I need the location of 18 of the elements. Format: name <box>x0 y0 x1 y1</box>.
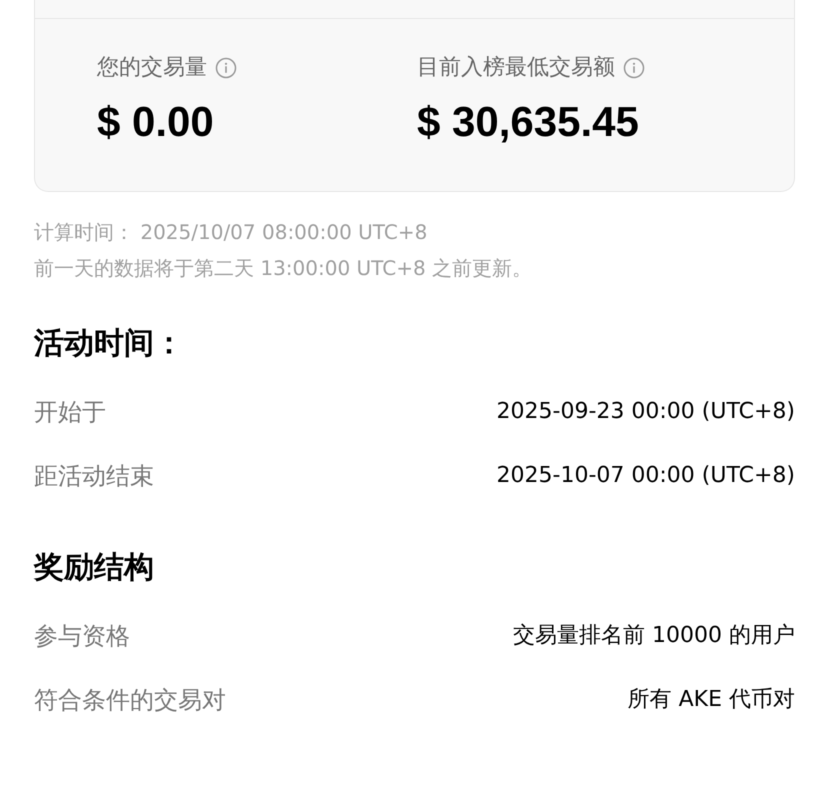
update-note: 前一天的数据将于第二天 13:00:00 UTC+8 之前更新。 <box>34 254 534 282</box>
row-label: 参与资格 <box>34 620 130 652</box>
row-value: 2025-10-07 00:00 (UTC+8) <box>496 462 795 490</box>
stat-value: $ 30,635.45 <box>417 97 640 147</box>
info-icon[interactable] <box>623 56 645 78</box>
row-value: 交易量排名前 10000 的用户 <box>513 622 795 650</box>
stat-label: 目前入榜最低交易额 <box>417 54 615 82</box>
row-label: 符合条件的交易对 <box>34 684 226 716</box>
section-heading: 活动时间： <box>34 324 185 362</box>
section-heading: 奖励结构 <box>34 548 155 586</box>
row-label: 开始于 <box>34 396 106 428</box>
row-value: 2025-09-23 00:00 (UTC+8) <box>496 398 795 426</box>
row-value: 所有 AKE 代币对 <box>628 686 795 714</box>
update-note: 计算时间： 2025/10/07 08:00:00 UTC+8 <box>34 218 428 246</box>
row-label: 距活动结束 <box>34 460 154 492</box>
stat-value: $ 0.00 <box>97 97 215 147</box>
stat-label: 您的交易量 <box>97 54 207 82</box>
info-icon[interactable] <box>215 56 237 78</box>
